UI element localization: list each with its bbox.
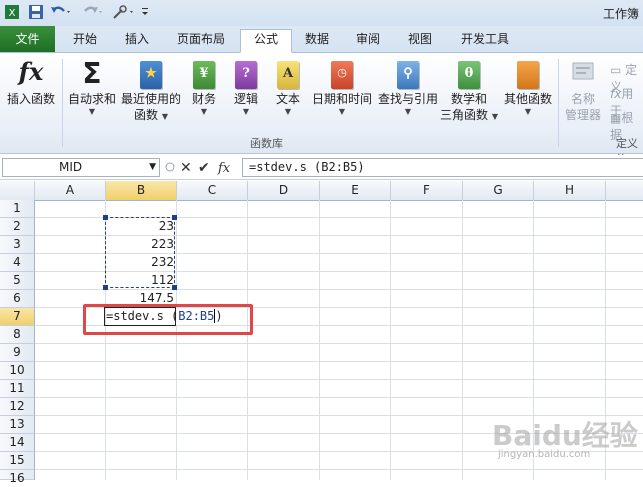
select-all-corner[interactable] — [0, 181, 35, 201]
ribbon-formulas: fx 插入函数 Σ 自动求和 ▼ ★ 最近使用的 函数 ▼ ¥ 财务 ▼ ? 逻… — [0, 53, 643, 166]
excel-logo-icon: X — [4, 4, 20, 20]
name-manager-label-2: 管理器 — [564, 108, 601, 122]
chevron-down-icon[interactable]: ▼ — [149, 159, 156, 176]
row-header-7[interactable]: 7 — [0, 308, 35, 326]
magnifier-book-icon: ⚲ — [393, 57, 423, 91]
row-header-9[interactable]: 9 — [0, 344, 35, 362]
save-icon[interactable] — [28, 4, 44, 20]
svg-text:X: X — [9, 8, 16, 19]
datetime-label: 日期和时间 — [311, 92, 372, 106]
spreadsheet-grid[interactable]: A B C D E F G H 1 2 3 4 5 6 7 8 9 10 11 … — [0, 181, 643, 485]
logical-button[interactable]: ? 逻辑 ▼ — [228, 55, 264, 117]
row-header-4[interactable]: 4 — [0, 254, 35, 272]
lookup-button[interactable]: ⚲ 查找与引用 ▼ — [376, 55, 440, 117]
fx-icon: fx — [18, 57, 44, 86]
text-book-icon: A — [273, 57, 303, 91]
text-button[interactable]: A 文本 ▼ — [270, 55, 306, 117]
more-functions-label: 其他函数 — [503, 92, 552, 106]
watermark-url: jingyan.baidu.com — [498, 449, 591, 460]
insert-function-label: 插入函数 — [6, 92, 55, 106]
row-header-10[interactable]: 10 — [0, 362, 35, 380]
define-name-icon: ▭ — [610, 63, 622, 77]
tab-formulas[interactable]: 公式 — [240, 29, 292, 53]
tab-review[interactable]: 审阅 — [346, 30, 390, 50]
tab-home[interactable]: 开始 — [63, 30, 107, 50]
column-header-a[interactable]: A — [35, 181, 106, 201]
column-header-e[interactable]: E — [320, 181, 391, 201]
column-header-g[interactable]: G — [463, 181, 534, 201]
column-header-h[interactable]: H — [534, 181, 606, 201]
text-label: 文本 — [275, 92, 300, 106]
row-header-6[interactable]: 6 — [0, 290, 35, 308]
theta-book-icon: θ — [454, 57, 484, 91]
more-functions-button[interactable]: 其他函数 ▼ — [502, 55, 554, 117]
recently-used-button[interactable]: ★ 最近使用的 函数 ▼ — [120, 55, 182, 123]
star-book-icon: ★ — [136, 57, 166, 91]
logical-book-icon: ? — [231, 57, 261, 91]
financial-book-icon: ¥ — [189, 57, 219, 91]
name-manager-button[interactable]: 名称 管理器 — [562, 55, 604, 123]
redo-icon[interactable] — [82, 4, 102, 20]
tab-file[interactable]: 文件 — [0, 26, 55, 52]
annotation-highlight-box — [83, 304, 253, 335]
name-box[interactable]: MID ▼ — [2, 158, 160, 177]
tab-insert[interactable]: 插入 — [113, 30, 161, 50]
quick-access-toolbar: X 工作簿 — [0, 0, 643, 26]
row-header-13[interactable]: 13 — [0, 416, 35, 434]
name-manager-icon — [568, 57, 598, 91]
column-header-c[interactable]: C — [177, 181, 248, 201]
recently-used-label-1: 最近使用的 — [120, 92, 181, 106]
lookup-label: 查找与引用 — [377, 92, 438, 106]
sigma-icon: Σ — [82, 57, 102, 90]
column-header-b[interactable]: B — [106, 181, 177, 201]
formula-input[interactable]: =stdev.s (B2:B5) — [242, 158, 643, 177]
more-books-icon — [513, 57, 543, 91]
row-header-8[interactable]: 8 — [0, 326, 35, 344]
name-box-value: MID — [59, 160, 83, 174]
tab-view[interactable]: 视图 — [398, 30, 442, 50]
tab-page-layout[interactable]: 页面布局 — [168, 30, 234, 50]
row-header-12[interactable]: 12 — [0, 398, 35, 416]
row-header-1[interactable]: 1 — [0, 200, 35, 218]
create-from-selection-icon: ▦ — [610, 111, 622, 125]
customize-qat-icon[interactable] — [140, 4, 156, 20]
math-trig-button[interactable]: θ 数学和 三角函数 ▼ — [440, 55, 498, 123]
fx-insert-icon[interactable]: fx — [217, 161, 231, 176]
row-header-11[interactable]: 11 — [0, 380, 35, 398]
formula-bar: MID ▼ ✕ ✔ fx =stdev.s (B2:B5) — [0, 155, 643, 180]
row-header-14[interactable]: 14 — [0, 434, 35, 452]
tools-icon[interactable] — [112, 4, 133, 20]
baidu-watermark: Baidu经验 — [492, 414, 638, 454]
datetime-button[interactable]: ◷ 日期和时间 ▼ — [310, 55, 374, 117]
enter-icon[interactable]: ✔ — [198, 160, 210, 176]
logical-label: 逻辑 — [233, 92, 258, 106]
insert-function-button[interactable]: fx 插入函数 — [2, 55, 60, 107]
window-title: 工作簿 — [602, 7, 639, 21]
column-header-d[interactable]: D — [248, 181, 320, 201]
ribbon-tabs: 文件 开始 插入 页面布局 公式 数据 审阅 视图 开发工具 — [0, 26, 643, 53]
column-header-f[interactable]: F — [391, 181, 463, 201]
row-header-3[interactable]: 3 — [0, 236, 35, 254]
recently-used-label-2: 函数 — [134, 108, 159, 122]
tab-data[interactable]: 数据 — [296, 30, 338, 50]
name-manager-label-1: 名称 — [570, 92, 595, 106]
math-label-1: 数学和 — [450, 92, 487, 106]
fx-small-icon: fx — [610, 87, 622, 101]
row-header-15[interactable]: 15 — [0, 452, 35, 470]
cancel-icon[interactable]: ✕ — [180, 160, 192, 176]
math-label-2: 三角函数 — [440, 108, 489, 122]
financial-label: 财务 — [191, 92, 216, 106]
tab-developer[interactable]: 开发工具 — [450, 30, 520, 50]
watermark-brand: Baidu经验 — [492, 419, 638, 452]
datetime-book-icon: ◷ — [327, 57, 357, 91]
row-header-2[interactable]: 2 — [0, 218, 35, 236]
group-label-function-library: 函数库 — [250, 137, 283, 150]
formula-range-highlight — [103, 215, 177, 290]
autosum-button[interactable]: Σ 自动求和 ▼ — [66, 55, 118, 117]
undo-icon[interactable] — [50, 4, 70, 20]
financial-button[interactable]: ¥ 财务 ▼ — [186, 55, 222, 117]
row-header-5[interactable]: 5 — [0, 272, 35, 290]
autosum-label: 自动求和 — [67, 92, 116, 106]
